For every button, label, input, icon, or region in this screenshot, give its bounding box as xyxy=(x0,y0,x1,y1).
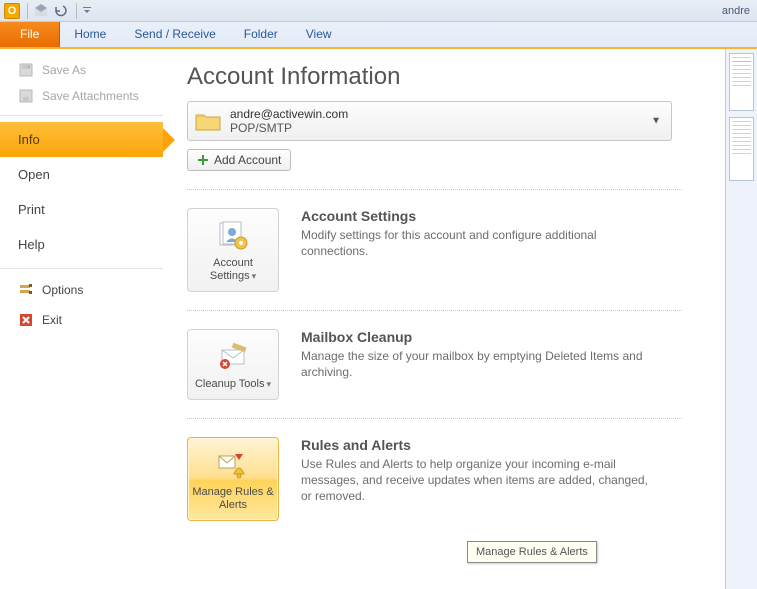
section-account-settings: Account Settings▾ Account Settings Modif… xyxy=(187,208,687,292)
section-rules-alerts: Manage Rules & Alerts Rules and Alerts U… xyxy=(187,437,687,521)
account-selector[interactable]: andre@activewin.com POP/SMTP ▼ xyxy=(187,101,672,141)
qat-undo-icon[interactable] xyxy=(52,2,70,20)
backstage-nav: Save As Save Attachments Info Open Print… xyxy=(0,49,163,589)
dropdown-indicator-icon: ▾ xyxy=(252,271,257,281)
tab-view[interactable]: View xyxy=(292,22,346,47)
add-account-button[interactable]: Add Account xyxy=(187,149,291,171)
nav-save-as: Save As xyxy=(0,57,163,83)
ribbon-tabs: File Home Send / Receive Folder View xyxy=(0,22,757,49)
nav-options-label: Options xyxy=(42,283,83,297)
backstage: Save As Save Attachments Info Open Print… xyxy=(0,49,757,589)
options-icon xyxy=(18,282,34,298)
rules-alerts-icon xyxy=(216,450,250,480)
app-icon[interactable]: O xyxy=(3,2,21,20)
account-protocol: POP/SMTP xyxy=(230,121,348,135)
cleanup-icon xyxy=(216,342,250,372)
nav-save-as-label: Save As xyxy=(42,63,86,77)
print-preview-strip xyxy=(725,49,757,589)
save-icon xyxy=(18,62,34,78)
account-email: andre@activewin.com xyxy=(230,107,348,121)
mailbox-cleanup-desc: Manage the size of your mailbox by empty… xyxy=(301,348,661,380)
exit-icon xyxy=(18,312,34,328)
nav-exit[interactable]: Exit xyxy=(0,305,163,335)
manage-rules-alerts-button[interactable]: Manage Rules & Alerts xyxy=(187,437,279,521)
section-mailbox-cleanup: Cleanup Tools▾ Mailbox Cleanup Manage th… xyxy=(187,329,687,400)
cleanup-tools-button[interactable]: Cleanup Tools▾ xyxy=(187,329,279,400)
rules-alerts-title: Rules and Alerts xyxy=(301,437,661,453)
qat-customize-icon[interactable] xyxy=(81,2,93,20)
account-settings-icon xyxy=(216,220,250,252)
nav-options[interactable]: Options xyxy=(0,275,163,305)
window-title-user: andre xyxy=(722,5,754,17)
attachment-icon xyxy=(18,88,34,104)
nav-print[interactable]: Print xyxy=(0,192,163,227)
title-bar: O andre xyxy=(0,0,757,22)
plus-icon xyxy=(197,154,209,166)
dropdown-indicator-icon: ▾ xyxy=(266,379,271,389)
tab-folder[interactable]: Folder xyxy=(230,22,292,47)
chevron-down-icon: ▼ xyxy=(651,116,661,127)
tab-home[interactable]: Home xyxy=(60,22,120,47)
nav-exit-label: Exit xyxy=(42,313,62,327)
account-settings-button[interactable]: Account Settings▾ xyxy=(187,208,279,292)
rules-alerts-desc: Use Rules and Alerts to help organize yo… xyxy=(301,456,661,504)
nav-open[interactable]: Open xyxy=(0,157,163,192)
account-settings-desc: Modify settings for this account and con… xyxy=(301,227,661,259)
nav-info[interactable]: Info xyxy=(0,122,163,157)
mailbox-cleanup-title: Mailbox Cleanup xyxy=(301,329,661,345)
page-title: Account Information xyxy=(187,63,737,91)
backstage-content: Account Information andre@activewin.com … xyxy=(163,49,757,589)
tooltip: Manage Rules & Alerts xyxy=(467,541,597,563)
nav-save-attachments: Save Attachments xyxy=(0,83,163,109)
qat-send-receive-icon[interactable] xyxy=(32,2,50,20)
tab-send-receive[interactable]: Send / Receive xyxy=(120,22,229,47)
nav-save-attachments-label: Save Attachments xyxy=(42,89,139,103)
folder-icon xyxy=(194,108,222,134)
nav-help[interactable]: Help xyxy=(0,227,163,262)
tab-file[interactable]: File xyxy=(0,22,60,47)
account-settings-title: Account Settings xyxy=(301,208,661,224)
add-account-label: Add Account xyxy=(214,153,281,167)
